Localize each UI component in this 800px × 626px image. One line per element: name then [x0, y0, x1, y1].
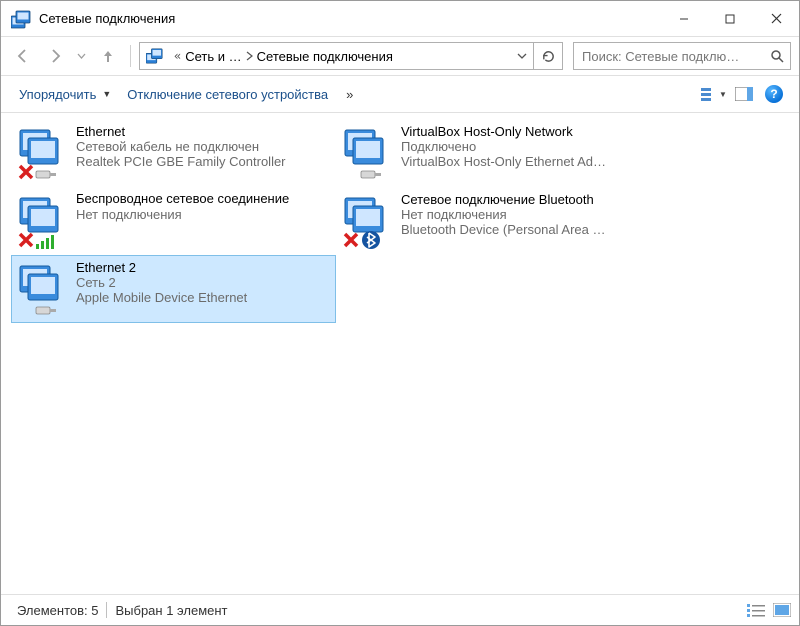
back-button[interactable]	[9, 42, 37, 70]
organize-label: Упорядочить	[19, 87, 96, 102]
connection-item[interactable]: Ethernet 2 Сеть 2 Apple Mobile Device Et…	[11, 255, 336, 323]
connection-device: Realtek PCIe GBE Family Controller	[76, 154, 286, 169]
connection-item[interactable]: VirtualBox Host-Only Network Подключено …	[336, 119, 661, 187]
titlebar: Сетевые подключения	[1, 1, 799, 37]
connection-status: Нет подключения	[401, 207, 606, 222]
breadcrumb-segment-1[interactable]: Сеть и …	[185, 49, 241, 64]
navbar: « Сеть и … Сетевые подключения Поиск: Се…	[1, 37, 799, 76]
selection-count: Выбран 1 элемент	[107, 603, 235, 618]
connection-status: Сеть 2	[76, 275, 247, 290]
help-button[interactable]: ?	[759, 81, 789, 107]
content-area: Ethernet Сетевой кабель не подключен Rea…	[1, 113, 799, 594]
status-bar: Элементов: 5 Выбран 1 элемент	[1, 594, 799, 625]
refresh-button[interactable]	[533, 43, 562, 69]
connection-status: Подключено	[401, 139, 606, 154]
app-icon	[11, 9, 31, 29]
breadcrumb-segment-2[interactable]: Сетевые подключения	[257, 49, 393, 64]
separator	[130, 45, 131, 67]
window: Сетевые подключения	[0, 0, 800, 626]
disable-device-button[interactable]: Отключение сетевого устройства	[119, 80, 336, 108]
maximize-button[interactable]	[707, 1, 753, 36]
history-dropdown[interactable]	[73, 53, 90, 59]
help-icon: ?	[765, 85, 783, 103]
connection-status: Сетевой кабель не подключен	[76, 139, 286, 154]
connection-item[interactable]: Сетевое подключение Bluetooth Нет подклю…	[336, 187, 661, 255]
breadcrumb[interactable]: « Сеть и … Сетевые подключения	[170, 49, 511, 64]
breadcrumb-chevron-icon	[242, 51, 257, 61]
connection-status: Нет подключения	[76, 207, 289, 222]
connection-name: Ethernet 2	[76, 260, 247, 275]
search-icon[interactable]	[764, 49, 790, 63]
preview-pane-button[interactable]	[729, 81, 759, 107]
location-icon	[146, 47, 164, 65]
connection-item[interactable]: Ethernet Сетевой кабель не подключен Rea…	[11, 119, 336, 187]
connection-device: Bluetooth Device (Personal Area …	[401, 222, 606, 237]
connection-icon	[18, 192, 72, 248]
connection-device: VirtualBox Host-Only Ethernet Ad…	[401, 154, 606, 169]
connection-name: VirtualBox Host-Only Network	[401, 124, 606, 139]
window-controls	[661, 1, 799, 36]
connections-grid: Ethernet Сетевой кабель не подключен Rea…	[11, 119, 789, 323]
connection-name: Сетевое подключение Bluetooth	[401, 192, 606, 207]
connection-name: Беспроводное сетевое соединение	[76, 192, 289, 207]
address-box[interactable]: « Сеть и … Сетевые подключения	[139, 42, 563, 70]
breadcrumb-root-chevron[interactable]: «	[170, 49, 185, 63]
close-button[interactable]	[753, 1, 799, 36]
more-commands-button[interactable]: »	[336, 87, 363, 102]
details-view-button[interactable]	[747, 603, 765, 617]
connection-item[interactable]: Беспроводное сетевое соединение Нет подк…	[11, 187, 336, 255]
search-box[interactable]: Поиск: Сетевые подклю…	[573, 42, 791, 70]
large-icons-view-button[interactable]	[773, 603, 791, 617]
dropdown-icon: ▼	[719, 90, 727, 99]
connection-icon	[343, 192, 397, 248]
connection-device: Apple Mobile Device Ethernet	[76, 290, 247, 305]
item-count: Элементов: 5	[9, 603, 106, 618]
connection-icon	[18, 260, 72, 316]
window-title: Сетевые подключения	[39, 11, 661, 26]
forward-button[interactable]	[41, 42, 69, 70]
connection-icon	[18, 124, 72, 180]
command-bar: Упорядочить ▼ Отключение сетевого устрой…	[1, 76, 799, 113]
disable-label: Отключение сетевого устройства	[127, 87, 328, 102]
dropdown-icon: ▼	[102, 89, 111, 99]
address-dropdown[interactable]	[511, 53, 533, 59]
minimize-button[interactable]	[661, 1, 707, 36]
search-placeholder: Поиск: Сетевые подклю…	[574, 49, 764, 64]
organize-menu[interactable]: Упорядочить ▼	[11, 80, 119, 108]
connection-name: Ethernet	[76, 124, 286, 139]
connection-icon	[343, 124, 397, 180]
up-button[interactable]	[94, 42, 122, 70]
view-switch	[747, 603, 791, 617]
view-options-button[interactable]: ▼	[699, 81, 729, 107]
